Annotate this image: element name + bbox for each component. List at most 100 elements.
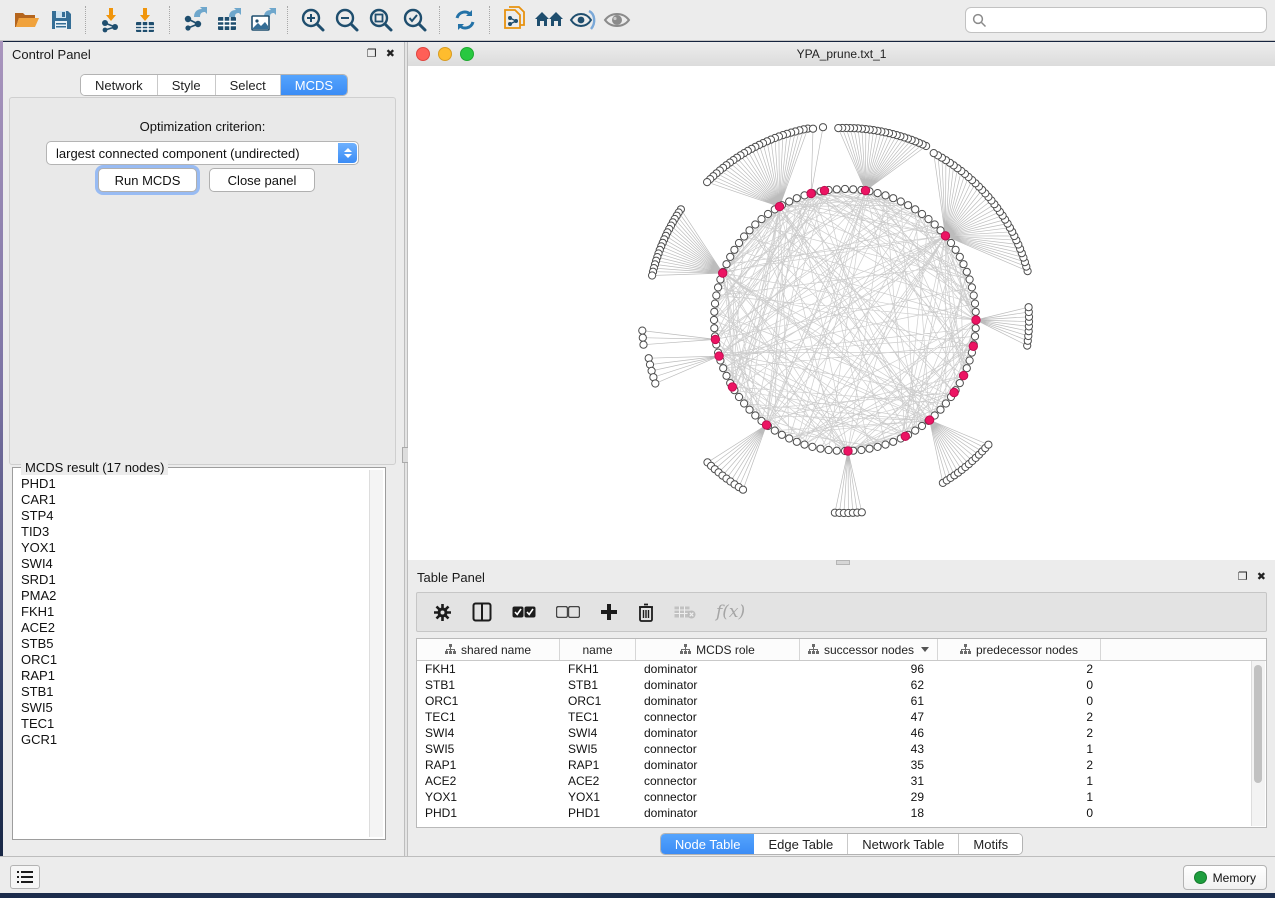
mcds-result-item[interactable]: YOX1 <box>21 540 370 556</box>
graph-node[interactable] <box>882 192 889 199</box>
graph-node[interactable] <box>727 253 734 260</box>
mcds-result-item[interactable]: PHD1 <box>21 476 370 492</box>
search-box[interactable] <box>965 7 1267 33</box>
mcds-node[interactable] <box>941 232 949 240</box>
refresh-icon[interactable] <box>448 4 482 36</box>
mcds-result-item[interactable]: GCR1 <box>21 732 370 748</box>
graph-node[interactable] <box>710 316 717 323</box>
table-row[interactable]: FKH1FKH1dominator962 <box>417 661 1266 677</box>
graph-node[interactable] <box>731 246 738 253</box>
graph-node[interactable] <box>971 333 978 340</box>
graph-node[interactable] <box>930 150 937 157</box>
graph-node[interactable] <box>640 341 647 348</box>
graph-node[interactable] <box>809 443 816 450</box>
mcds-result-item[interactable]: SRD1 <box>21 572 370 588</box>
mcds-node[interactable] <box>950 388 958 396</box>
graph-node[interactable] <box>970 292 977 299</box>
tab-motifs[interactable]: Motifs <box>959 834 1022 854</box>
mcds-node[interactable] <box>901 432 909 440</box>
table-row[interactable]: SWI4SWI4dominator462 <box>417 725 1266 741</box>
mcds-result-item[interactable]: CAR1 <box>21 492 370 508</box>
graph-node[interactable] <box>711 325 718 332</box>
graph-node[interactable] <box>918 210 925 217</box>
graph-node[interactable] <box>942 400 949 407</box>
optimization-criterion-select[interactable]: largest connected component (undirected) <box>46 141 359 165</box>
tab-network-table[interactable]: Network Table <box>848 834 959 854</box>
graph-node[interactable] <box>835 125 842 132</box>
mcds-node[interactable] <box>762 421 770 429</box>
float-panel-icon[interactable]: ❐ <box>367 49 377 60</box>
graph-node[interactable] <box>963 365 970 372</box>
mcds-node[interactable] <box>844 447 852 455</box>
graph-node[interactable] <box>956 380 963 387</box>
graph-node[interactable] <box>713 292 720 299</box>
gear-icon[interactable] <box>433 603 452 622</box>
zoom-selected-icon[interactable] <box>398 4 432 36</box>
mcds-node[interactable] <box>925 416 933 424</box>
graph-node[interactable] <box>786 435 793 442</box>
graph-node[interactable] <box>841 185 848 192</box>
graph-node[interactable] <box>905 202 912 209</box>
mcds-node[interactable] <box>959 371 967 379</box>
graph-node[interactable] <box>963 268 970 275</box>
graph-node[interactable] <box>925 216 932 223</box>
mcds-result-item[interactable]: ACE2 <box>21 620 370 636</box>
add-icon[interactable] <box>600 603 618 621</box>
graph-node[interactable] <box>874 443 881 450</box>
export-network-icon[interactable] <box>178 4 212 36</box>
tab-edge-table[interactable]: Edge Table <box>754 834 848 854</box>
zoom-out-icon[interactable] <box>330 4 364 36</box>
graph-node[interactable] <box>704 179 711 186</box>
mcds-result-item[interactable]: FKH1 <box>21 604 370 620</box>
column-header-shared-name[interactable]: shared name <box>417 639 560 660</box>
table-row[interactable]: ORC1ORC1dominator610 <box>417 693 1266 709</box>
mcds-result-item[interactable]: RAP1 <box>21 668 370 684</box>
network-graph[interactable] <box>408 66 1275 560</box>
graph-node[interactable] <box>639 327 646 334</box>
tab-select[interactable]: Select <box>216 75 281 95</box>
network-window-titlebar[interactable]: YPA_prune.txt_1 <box>408 42 1275 67</box>
graph-node[interactable] <box>890 438 897 445</box>
graph-node[interactable] <box>720 365 727 372</box>
tab-network[interactable]: Network <box>81 75 158 95</box>
mcds-result-item[interactable]: ORC1 <box>21 652 370 668</box>
graph-node[interactable] <box>793 195 800 202</box>
graph-node[interactable] <box>741 233 748 240</box>
mcds-result-item[interactable]: SWI4 <box>21 556 370 572</box>
graph-node[interactable] <box>819 124 826 131</box>
graph-node[interactable] <box>652 380 659 387</box>
graph-node[interactable] <box>931 221 938 228</box>
mcds-result-item[interactable]: TEC1 <box>21 716 370 732</box>
graph-node[interactable] <box>639 334 646 341</box>
node-table[interactable]: shared namenameMCDS rolesuccessor nodesp… <box>416 638 1267 828</box>
homes-icon[interactable] <box>532 4 566 36</box>
export-table-icon[interactable] <box>212 4 246 36</box>
select-all-icon[interactable] <box>512 606 536 618</box>
graph-node[interactable] <box>801 441 808 448</box>
mcds-result-item[interactable]: TID3 <box>21 524 370 540</box>
mcds-result-list[interactable]: PHD1CAR1STP4TID3YOX1SWI4SRD1PMA2FKH1ACE2… <box>15 470 370 837</box>
graph-node[interactable] <box>971 300 978 307</box>
table-row[interactable]: TEC1TEC1connector472 <box>417 709 1266 725</box>
graph-node[interactable] <box>746 406 753 413</box>
graph-node[interactable] <box>723 261 730 268</box>
graph-node[interactable] <box>985 441 992 448</box>
graph-node[interactable] <box>746 227 753 234</box>
graph-node[interactable] <box>711 300 718 307</box>
graph-node[interactable] <box>715 284 722 291</box>
graph-node[interactable] <box>723 372 730 379</box>
mcds-result-scrollbar[interactable] <box>369 470 383 837</box>
mcds-node[interactable] <box>972 316 980 324</box>
close-panel-icon[interactable]: ✖ <box>386 49 395 60</box>
network-view-canvas[interactable] <box>408 66 1275 560</box>
graph-node[interactable] <box>711 308 718 315</box>
tab-mcds[interactable]: MCDS <box>281 75 347 95</box>
table-scrollbar[interactable] <box>1251 661 1265 826</box>
graph-node[interactable] <box>858 509 865 516</box>
mcds-result-item[interactable]: SWI5 <box>21 700 370 716</box>
task-history-button[interactable] <box>10 865 40 889</box>
tab-node-table[interactable]: Node Table <box>661 834 755 854</box>
graph-node[interactable] <box>833 447 840 454</box>
graph-node[interactable] <box>866 445 873 452</box>
deselect-all-icon[interactable] <box>556 606 580 618</box>
